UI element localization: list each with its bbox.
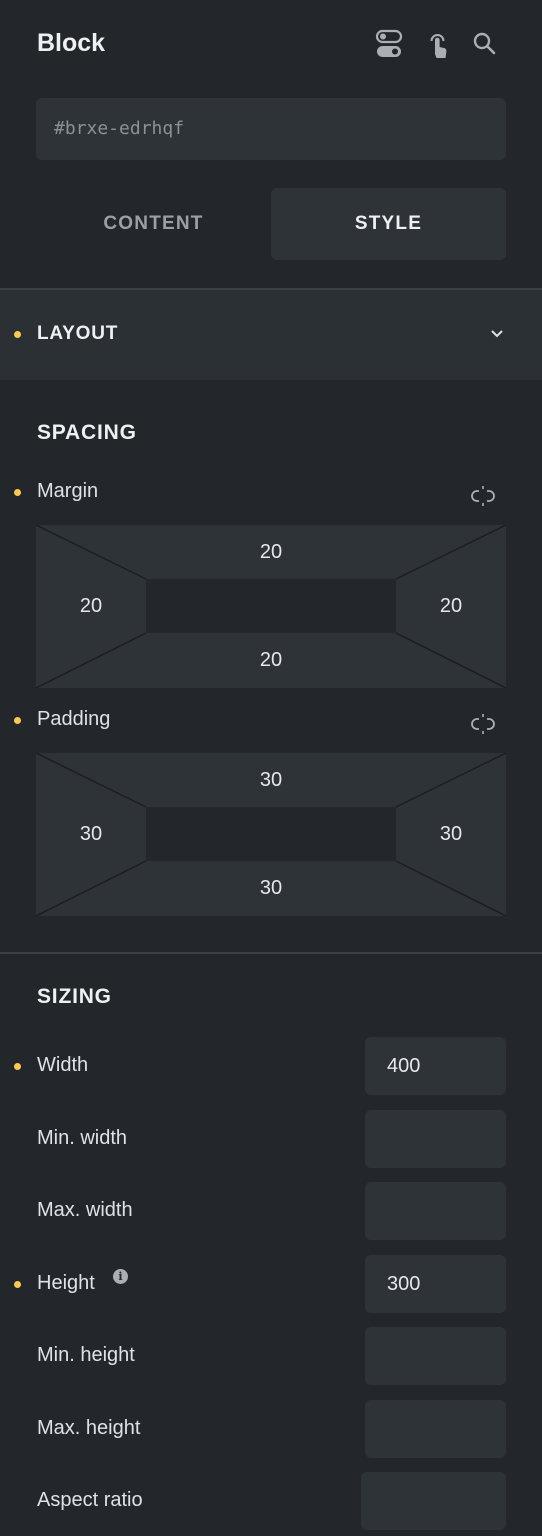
aspect-ratio-label: Aspect ratio [37, 1489, 143, 1511]
modified-dot [14, 1281, 21, 1288]
layout-accordion[interactable]: LAYOUT [0, 290, 542, 380]
pointer-icon[interactable] [423, 28, 453, 60]
min-width-input[interactable] [365, 1110, 506, 1168]
modified-dot [14, 331, 21, 338]
max-width-label: Max. width [37, 1199, 133, 1221]
spacing-title: SPACING [37, 421, 137, 444]
tab-bar: CONTENT STYLE [36, 188, 506, 260]
margin-right-input[interactable]: 20 [421, 595, 481, 618]
max-width-input[interactable] [365, 1182, 506, 1240]
sizing-title: SIZING [37, 985, 112, 1008]
unlink-icon[interactable] [470, 483, 496, 509]
layout-label: LAYOUT [37, 323, 119, 344]
modified-dot [14, 489, 21, 496]
width-label: Width [37, 1054, 89, 1076]
panel-title: Block [37, 29, 106, 57]
margin-box: 20 20 20 20 [36, 525, 506, 688]
margin-left-input[interactable]: 20 [61, 595, 121, 618]
padding-left-input[interactable]: 30 [61, 823, 121, 846]
min-height-input[interactable] [365, 1327, 506, 1385]
padding-bottom-input[interactable]: 30 [241, 877, 301, 900]
padding-top-input[interactable]: 30 [241, 769, 301, 792]
padding-box: 30 30 30 30 [36, 753, 506, 916]
toggle-icon[interactable] [374, 28, 404, 60]
height-label: Height [37, 1272, 95, 1294]
unlink-icon[interactable] [470, 711, 496, 737]
info-icon[interactable]: i [113, 1269, 128, 1284]
modified-dot [14, 1063, 21, 1070]
height-input[interactable]: 300 [365, 1255, 506, 1313]
modified-dot [14, 717, 21, 724]
width-input[interactable]: 400 [365, 1037, 506, 1095]
tab-content[interactable]: CONTENT [36, 188, 271, 260]
search-icon[interactable] [470, 28, 500, 60]
css-id-field[interactable]: #brxe-edrhqf [36, 98, 506, 160]
tab-style[interactable]: STYLE [271, 188, 506, 260]
margin-bottom-input[interactable]: 20 [241, 649, 301, 672]
max-height-label: Max. height [37, 1417, 141, 1439]
min-width-label: Min. width [37, 1127, 128, 1149]
padding-right-input[interactable]: 30 [421, 823, 481, 846]
panel-header: Block [0, 0, 542, 90]
max-height-input[interactable] [365, 1400, 506, 1458]
min-height-label: Min. height [37, 1344, 135, 1366]
margin-top-input[interactable]: 20 [241, 541, 301, 564]
margin-label: Margin [37, 480, 99, 502]
chevron-down-icon [487, 324, 507, 344]
aspect-ratio-input[interactable] [361, 1472, 506, 1530]
padding-label: Padding [37, 708, 111, 730]
divider [0, 952, 542, 954]
